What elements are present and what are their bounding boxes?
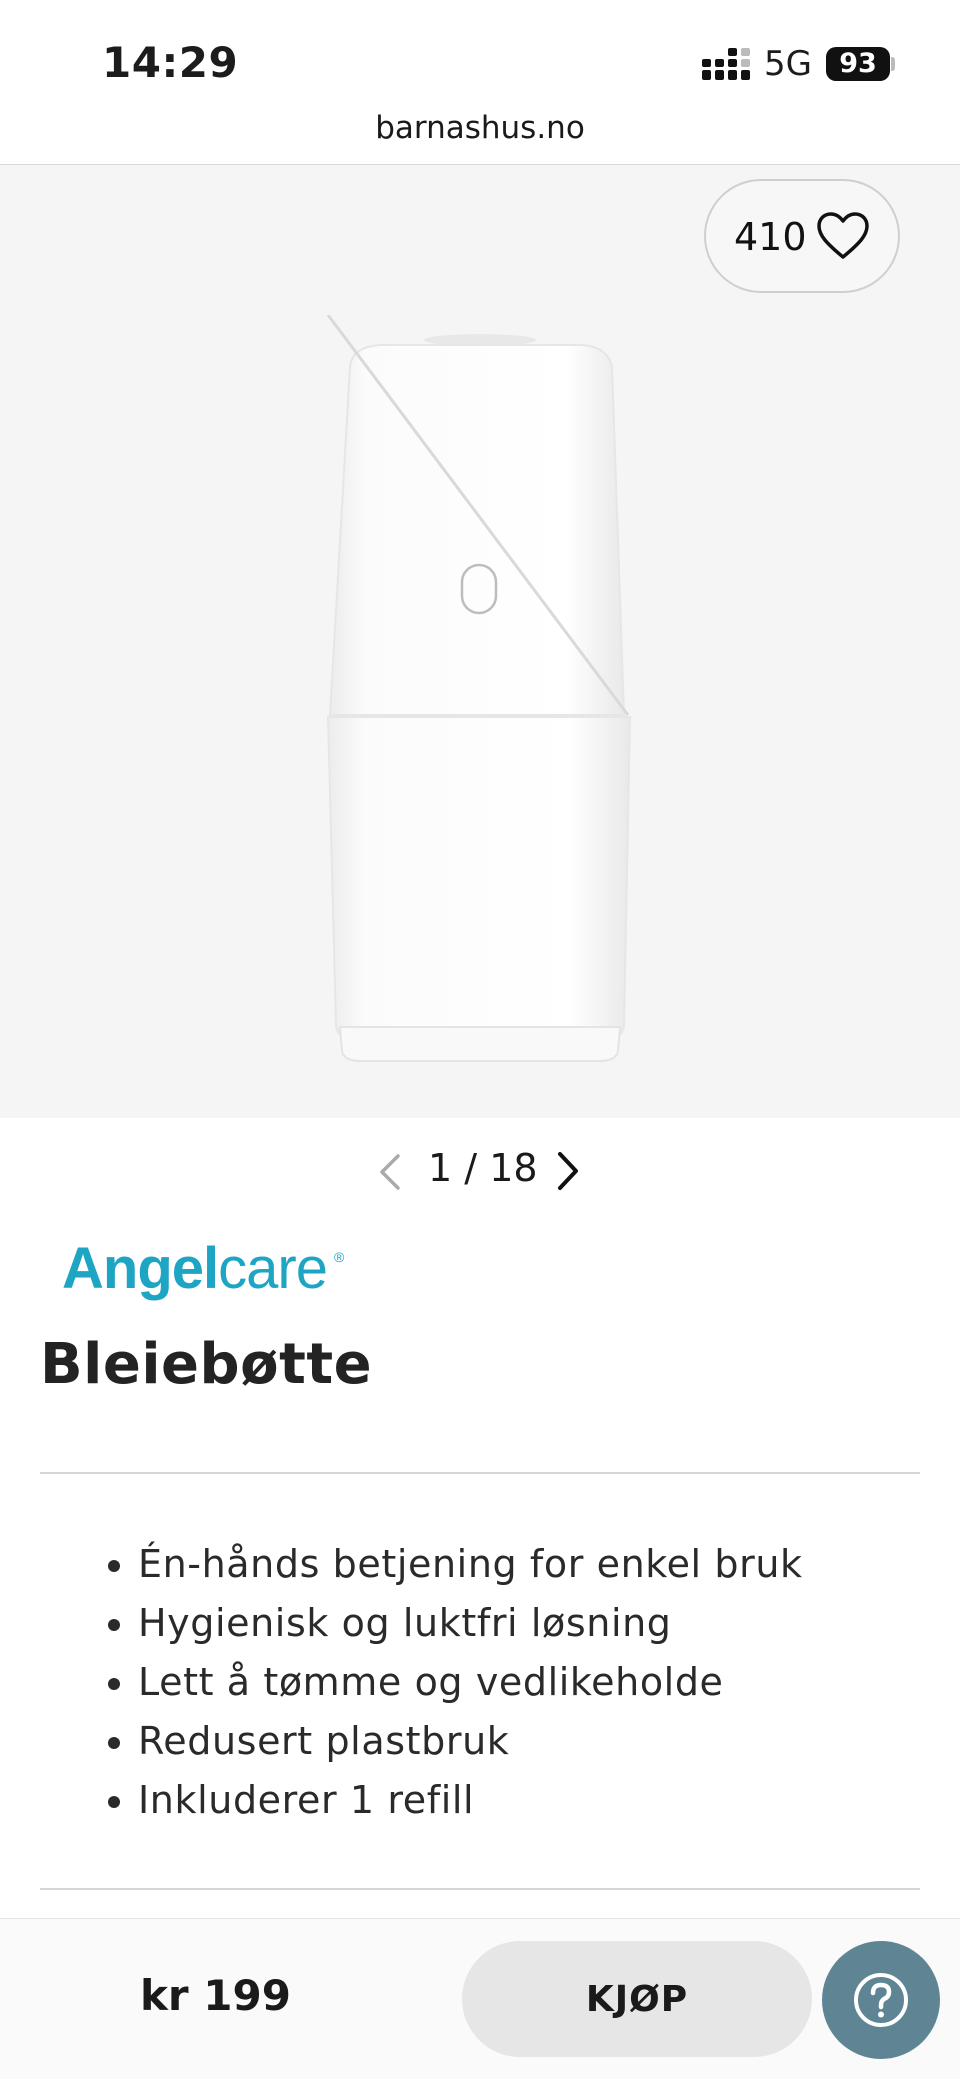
- pager-separator: /: [464, 1146, 478, 1190]
- feature-item: Lett å tømme og vedlikeholde: [138, 1656, 803, 1715]
- feature-item: Inkluderer 1 refill: [138, 1774, 803, 1833]
- brand-registered-mark: ®: [334, 1249, 345, 1265]
- feature-list: Én-hånds betjening for enkel bruk Hygien…: [90, 1538, 803, 1833]
- pager-counter: 1 / 18: [428, 1146, 538, 1190]
- favorite-count: 410: [734, 215, 807, 259]
- gallery-pager: 1 / 18: [0, 1140, 960, 1200]
- feature-item: Hygienisk og luktfri løsning: [138, 1597, 803, 1656]
- price: kr 199: [140, 1971, 291, 2020]
- divider: [40, 1472, 920, 1474]
- network-type: 5G: [764, 44, 812, 84]
- feature-item: Én-hånds betjening for enkel bruk: [138, 1538, 803, 1597]
- divider: [40, 1888, 920, 1890]
- buy-button[interactable]: KJØP: [462, 1941, 812, 2057]
- chevron-right-icon[interactable]: [554, 1150, 582, 1192]
- address-bar[interactable]: barnashus.no: [0, 110, 960, 146]
- chevron-left-icon[interactable]: [376, 1152, 404, 1192]
- pager-current: 1: [428, 1146, 453, 1190]
- purchase-bar: kr 199 KJØP: [0, 1918, 960, 2079]
- product-gallery[interactable]: 410: [0, 165, 960, 1118]
- battery-nub: [891, 57, 895, 71]
- product-image: [326, 315, 632, 1062]
- product-title: Bleiebøtte: [40, 1332, 373, 1397]
- signal-icon: [702, 48, 750, 80]
- pager-total: 18: [489, 1146, 538, 1190]
- svg-text:Angelcare: Angelcare: [62, 1236, 327, 1301]
- battery-indicator: 93: [826, 47, 890, 81]
- brand-name-part2: care: [218, 1236, 327, 1301]
- status-bar: 14:29 5G 93: [0, 0, 960, 110]
- status-time: 14:29: [102, 38, 239, 87]
- brand-name-part1: Angel: [62, 1236, 218, 1301]
- favorite-button[interactable]: 410: [704, 179, 900, 293]
- heart-icon: [817, 212, 869, 259]
- feature-item: Redusert plastbruk: [138, 1715, 803, 1774]
- question-icon: [854, 1973, 908, 2027]
- brand-logo[interactable]: Angelcare ®: [62, 1228, 362, 1308]
- help-button[interactable]: [822, 1941, 940, 2059]
